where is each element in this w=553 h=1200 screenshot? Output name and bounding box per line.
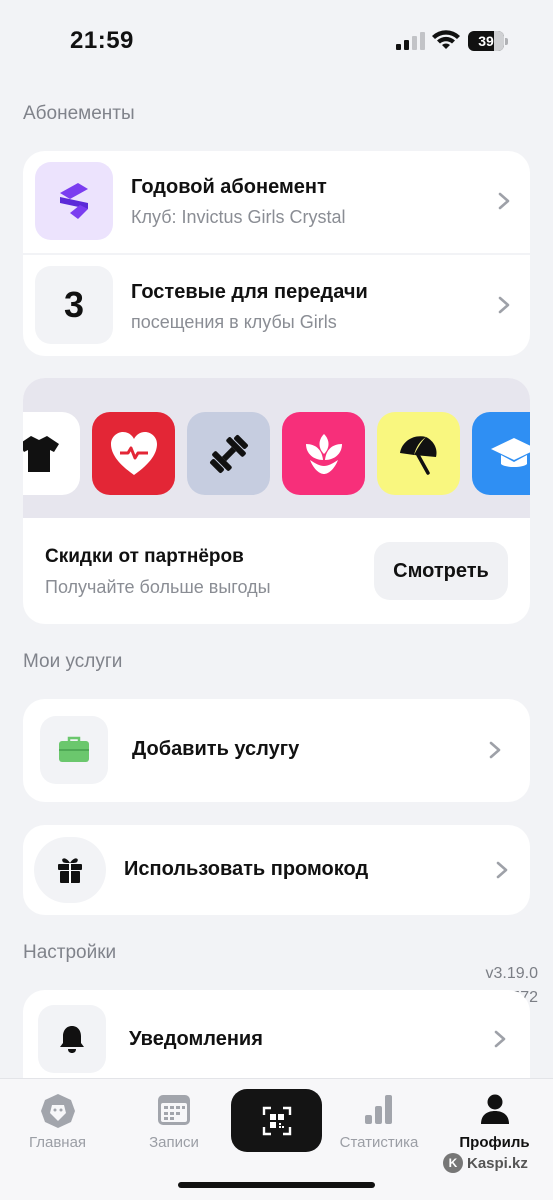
tab-statistics-label: Статистика	[339, 1134, 419, 1151]
chevron-right-icon	[498, 296, 510, 314]
status-bar: 21:59 39	[0, 0, 553, 84]
gift-icon	[34, 837, 106, 903]
tab-home[interactable]: Главная	[0, 1079, 115, 1169]
add-service-label: Добавить услугу	[132, 738, 300, 760]
tab-home-label: Главная	[28, 1134, 87, 1151]
tshirt-icon[interactable]	[23, 412, 80, 495]
chevron-right-icon	[494, 1030, 506, 1048]
settings-section-title: Настройки	[23, 942, 117, 963]
tab-statistics[interactable]: Статистика	[322, 1079, 436, 1169]
briefcase-icon	[40, 716, 108, 784]
view-partners-button[interactable]: Смотреть	[374, 542, 508, 600]
annual-subscription-row[interactable]: Годовой абонемент Клуб: Invictus Girls C…	[23, 151, 530, 254]
notifications-label: Уведомления	[129, 1028, 263, 1050]
battery-level: 39	[478, 33, 494, 49]
partner-logos-strip[interactable]	[23, 378, 530, 518]
beach-umbrella-icon[interactable]	[377, 412, 460, 495]
services-section-title: Мои услуги	[23, 651, 123, 672]
heart-pulse-icon[interactable]	[92, 412, 175, 495]
cellular-signal-icon	[396, 32, 425, 50]
partners-subtitle: Получайте больше выгоды	[45, 577, 271, 597]
kaspi-logo-icon: K	[443, 1153, 463, 1173]
dumbbell-icon[interactable]	[187, 412, 270, 495]
battery-icon: 39	[468, 31, 508, 51]
bar-chart-icon	[365, 1095, 392, 1124]
chevron-right-icon	[498, 192, 510, 210]
calendar-icon	[158, 1095, 190, 1125]
partner-discounts-card: Скидки от партнёров Получайте больше выг…	[23, 378, 530, 624]
bell-icon	[38, 1005, 106, 1073]
flower-icon[interactable]	[282, 412, 365, 495]
partners-title: Скидки от партнёров	[45, 546, 244, 567]
status-time: 21:59	[70, 27, 134, 54]
qr-scan-icon	[262, 1106, 291, 1135]
guest-passes-count: 3	[35, 266, 113, 344]
watermark-text: Kaspi.kz	[467, 1154, 528, 1172]
qr-scan-button[interactable]	[231, 1089, 322, 1152]
subscriptions-card: Годовой абонемент Клуб: Invictus Girls C…	[23, 151, 530, 356]
guest-passes-subtitle: посещения в клубы Girls	[131, 312, 337, 332]
subscriptions-section-title: Абонементы	[23, 103, 135, 124]
person-icon	[480, 1094, 509, 1124]
guest-passes-row[interactable]: 3 Гостевые для передачи посещения в клуб…	[23, 255, 530, 356]
annual-subscription-title: Годовой абонемент	[131, 176, 327, 198]
invictus-logo-icon	[35, 162, 113, 240]
tab-bookings-label: Записи	[149, 1134, 199, 1151]
chevron-right-icon	[496, 861, 508, 879]
graduation-cap-icon[interactable]	[472, 412, 530, 495]
promo-code-row[interactable]: Использовать промокод	[23, 825, 530, 915]
tab-bookings[interactable]: Записи	[115, 1079, 233, 1169]
wifi-icon	[432, 30, 460, 49]
kaspi-watermark: K Kaspi.kz	[443, 1153, 528, 1173]
promo-code-label: Использовать промокод	[124, 858, 369, 880]
add-service-row[interactable]: Добавить услугу	[23, 699, 530, 802]
lion-icon	[40, 1094, 75, 1128]
tab-profile-label: Профиль	[459, 1134, 530, 1151]
annual-subscription-club: Клуб: Invictus Girls Crystal	[131, 207, 346, 227]
guest-passes-title: Гостевые для передачи	[131, 281, 368, 303]
version-number: v3.19.0	[485, 965, 538, 982]
home-indicator	[178, 1182, 375, 1188]
chevron-right-icon	[489, 741, 501, 759]
